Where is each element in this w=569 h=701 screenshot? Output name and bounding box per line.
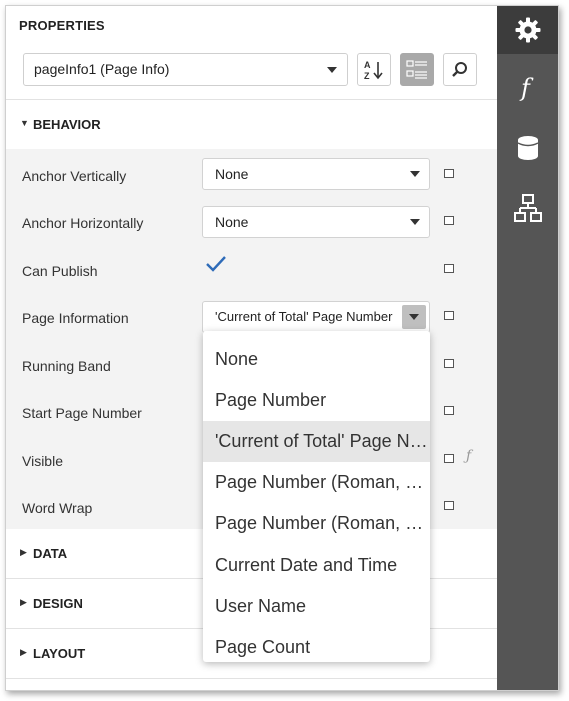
- chevron-down-icon: [410, 171, 420, 177]
- property-label: Anchor Horizontally: [22, 215, 144, 231]
- anchor-horizontally-dropdown[interactable]: None: [202, 206, 430, 238]
- svg-text:A: A: [364, 60, 371, 70]
- categorized-view-button[interactable]: [400, 53, 434, 86]
- tab-report-explorer[interactable]: [497, 184, 558, 232]
- property-marker-icon[interactable]: [444, 264, 454, 273]
- section-data-label: DATA: [33, 546, 68, 561]
- chevron-down-icon: [327, 67, 337, 73]
- dropdown-option[interactable]: None: [203, 339, 430, 380]
- section-behavior-label: BEHAVIOR: [33, 117, 101, 132]
- section-behavior-header[interactable]: ▼ BEHAVIOR: [6, 100, 497, 148]
- dropdown-option[interactable]: User Name: [203, 586, 430, 627]
- property-label: Page Information: [22, 310, 129, 326]
- expand-triangle-icon: ▶: [20, 597, 27, 607]
- property-label: Start Page Number: [22, 405, 142, 421]
- dropdown-option[interactable]: Page Count: [203, 627, 430, 668]
- property-label: Can Publish: [22, 263, 98, 279]
- tab-properties[interactable]: [497, 6, 558, 54]
- property-label: Anchor Vertically: [22, 168, 127, 184]
- dropdown-option[interactable]: Page Number (Roman, Uppercase): [203, 503, 430, 544]
- property-marker-icon[interactable]: [444, 359, 454, 368]
- property-label: Running Band: [22, 358, 111, 374]
- function-icon[interactable]: ƒ: [466, 448, 471, 464]
- svg-text:Z: Z: [364, 71, 370, 81]
- dropdown-option[interactable]: Page Number: [203, 380, 430, 421]
- dropdown-option[interactable]: Page Number (Roman, Lowercase): [203, 462, 430, 503]
- dropdown-value: None: [215, 166, 249, 182]
- dropdown-value: 'Current of Total' Page Number: [215, 309, 393, 324]
- properties-window: PROPERTIES pageInfo1 (Page Info) A Z ▼ B…: [5, 5, 559, 691]
- can-publish-checkbox[interactable]: [204, 252, 228, 276]
- object-selector[interactable]: pageInfo1 (Page Info): [23, 53, 348, 86]
- expand-triangle-icon: ▶: [20, 647, 27, 657]
- function-icon: f: [519, 74, 534, 102]
- expand-triangle-icon: ▶: [20, 547, 27, 557]
- section-divider: [6, 678, 497, 679]
- dropdown-option[interactable]: Current Date and Time: [203, 545, 430, 586]
- search-button[interactable]: [443, 53, 477, 86]
- anchor-vertically-dropdown[interactable]: None: [202, 158, 430, 190]
- property-marker-icon[interactable]: [444, 216, 454, 225]
- properties-panel: PROPERTIES pageInfo1 (Page Info) A Z ▼ B…: [6, 6, 497, 690]
- page-information-dropdown[interactable]: 'Current of Total' Page Number: [202, 301, 430, 333]
- section-design-label: DESIGN: [33, 596, 83, 611]
- gear-icon: [515, 17, 540, 43]
- object-selector-value: pageInfo1 (Page Info): [34, 61, 170, 77]
- collapse-triangle-icon: ▼: [20, 118, 29, 128]
- section-layout-label: LAYOUT: [33, 646, 86, 661]
- chevron-down-icon: [409, 314, 419, 320]
- property-marker-icon[interactable]: [444, 406, 454, 415]
- tab-expressions[interactable]: f: [497, 64, 558, 112]
- chevron-down-icon: [410, 219, 420, 225]
- report-tree-icon: [513, 194, 542, 222]
- dropdown-option-selected[interactable]: 'Current of Total' Page Number: [203, 421, 430, 462]
- property-marker-icon[interactable]: [444, 311, 454, 320]
- svg-text:f: f: [519, 74, 534, 102]
- side-tab-bar: f: [497, 6, 558, 690]
- page-information-options-list: None Page Number 'Current of Total' Page…: [203, 331, 430, 662]
- property-marker-icon[interactable]: [444, 501, 454, 510]
- property-label: Visible: [22, 453, 63, 469]
- search-icon: [452, 61, 467, 77]
- property-marker-icon[interactable]: [444, 169, 454, 178]
- database-icon: [517, 136, 538, 160]
- sort-az-icon: A Z: [364, 60, 383, 81]
- dropdown-toggle-button[interactable]: [402, 305, 426, 329]
- sort-alphabetical-button[interactable]: A Z: [357, 53, 391, 86]
- property-label: Word Wrap: [22, 500, 93, 516]
- dropdown-value: None: [215, 214, 249, 230]
- property-marker-icon[interactable]: [444, 454, 454, 463]
- panel-title: PROPERTIES: [19, 18, 105, 33]
- tab-field-list[interactable]: [497, 124, 558, 172]
- categorized-view-icon: [406, 59, 427, 79]
